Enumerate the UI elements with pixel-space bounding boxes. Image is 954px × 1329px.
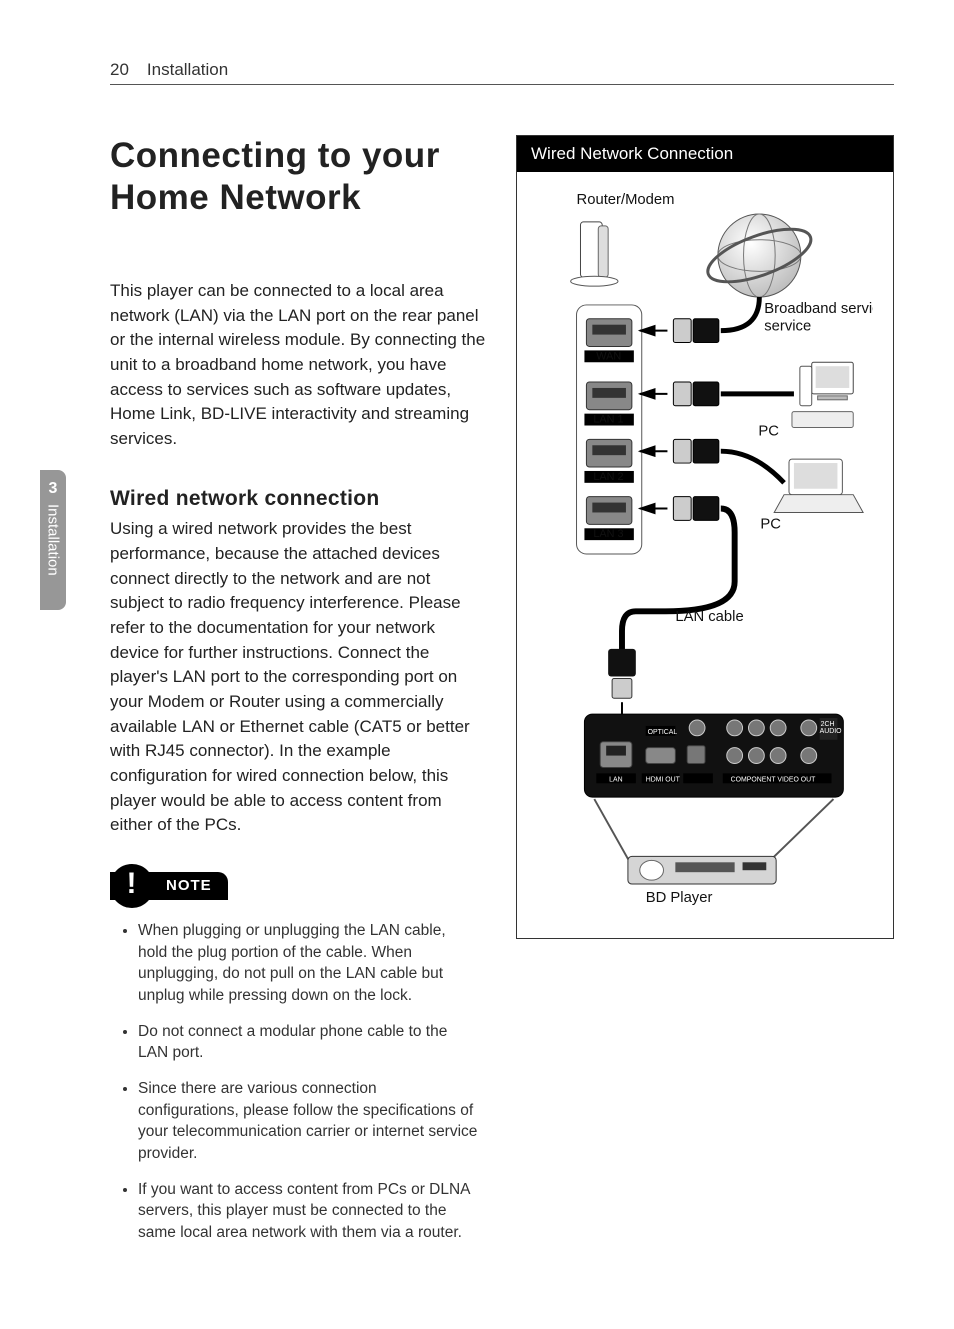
bd-player-rear-panel: LAN HDMI OUT OPTICAL: [584, 714, 843, 797]
svg-text:LAN 3: LAN 3: [593, 528, 623, 540]
lan2-port: LAN 2: [584, 439, 633, 483]
section-body: Using a wired network provides the best …: [110, 517, 488, 837]
globe-icon: [702, 214, 818, 297]
note-icon: !: [110, 864, 154, 908]
lan-plug-icon: [608, 649, 636, 698]
pc2-label: PC: [760, 516, 781, 532]
chapter-side-tab: 3 Installation: [40, 470, 66, 610]
note-label-text: NOTE: [166, 877, 212, 894]
note-bullet: When plugging or unplugging the LAN cabl…: [138, 920, 478, 1007]
svg-text:AUDIO: AUDIO: [820, 728, 843, 735]
desktop-pc-icon: [792, 362, 853, 427]
chapter-number: 3: [49, 480, 58, 498]
chapter-name: Installation: [45, 504, 62, 576]
svg-text:WAN: WAN: [596, 350, 621, 362]
wan-port: WAN: [584, 319, 633, 363]
diagram-title: Wired Network Connection: [517, 136, 893, 172]
bd-player-icon: [628, 856, 776, 884]
laptop-pc-icon: [774, 459, 863, 512]
svg-text:LAN 2: LAN 2: [593, 471, 623, 483]
note-bullet: Do not connect a modular phone cable to …: [138, 1021, 478, 1064]
modem-icon: [571, 222, 618, 286]
note-bullet: Since there are various connection confi…: [138, 1078, 478, 1165]
diagram-svg: Router/Modem: [537, 182, 873, 922]
svg-text:service: service: [764, 319, 811, 335]
bd-player-label: BD Player: [646, 890, 713, 906]
page-number: 20: [110, 60, 129, 80]
lan1-port: LAN 1: [584, 382, 633, 426]
svg-text:OPTICAL: OPTICAL: [648, 729, 678, 736]
note-bullet: If you want to access content from PCs o…: [138, 1179, 478, 1244]
lan-cable-label: LAN cable: [675, 609, 743, 625]
svg-text:LAN: LAN: [609, 776, 622, 783]
page-title: Connecting to your Home Network: [110, 135, 488, 219]
router-label: Router/Modem: [577, 192, 675, 208]
svg-text:HDMI OUT: HDMI OUT: [646, 776, 681, 783]
note-box: ! NOTE When plugging or unplugging the L…: [110, 866, 488, 1262]
section-heading: Wired network connection: [110, 487, 488, 511]
broadband-label: Broadband service: [764, 301, 873, 317]
intro-paragraph: This player can be connected to a local …: [110, 279, 488, 451]
svg-text:LAN 1: LAN 1: [593, 414, 623, 426]
pc1-label: PC: [758, 423, 779, 439]
lan3-port: LAN 3: [584, 497, 633, 541]
svg-text:COMPONENT VIDEO OUT: COMPONENT VIDEO OUT: [731, 776, 816, 783]
network-diagram: Wired Network Connection Router/Modem: [516, 135, 894, 939]
page-header: 20 Installation: [110, 60, 894, 85]
page-section: Installation: [147, 60, 228, 80]
